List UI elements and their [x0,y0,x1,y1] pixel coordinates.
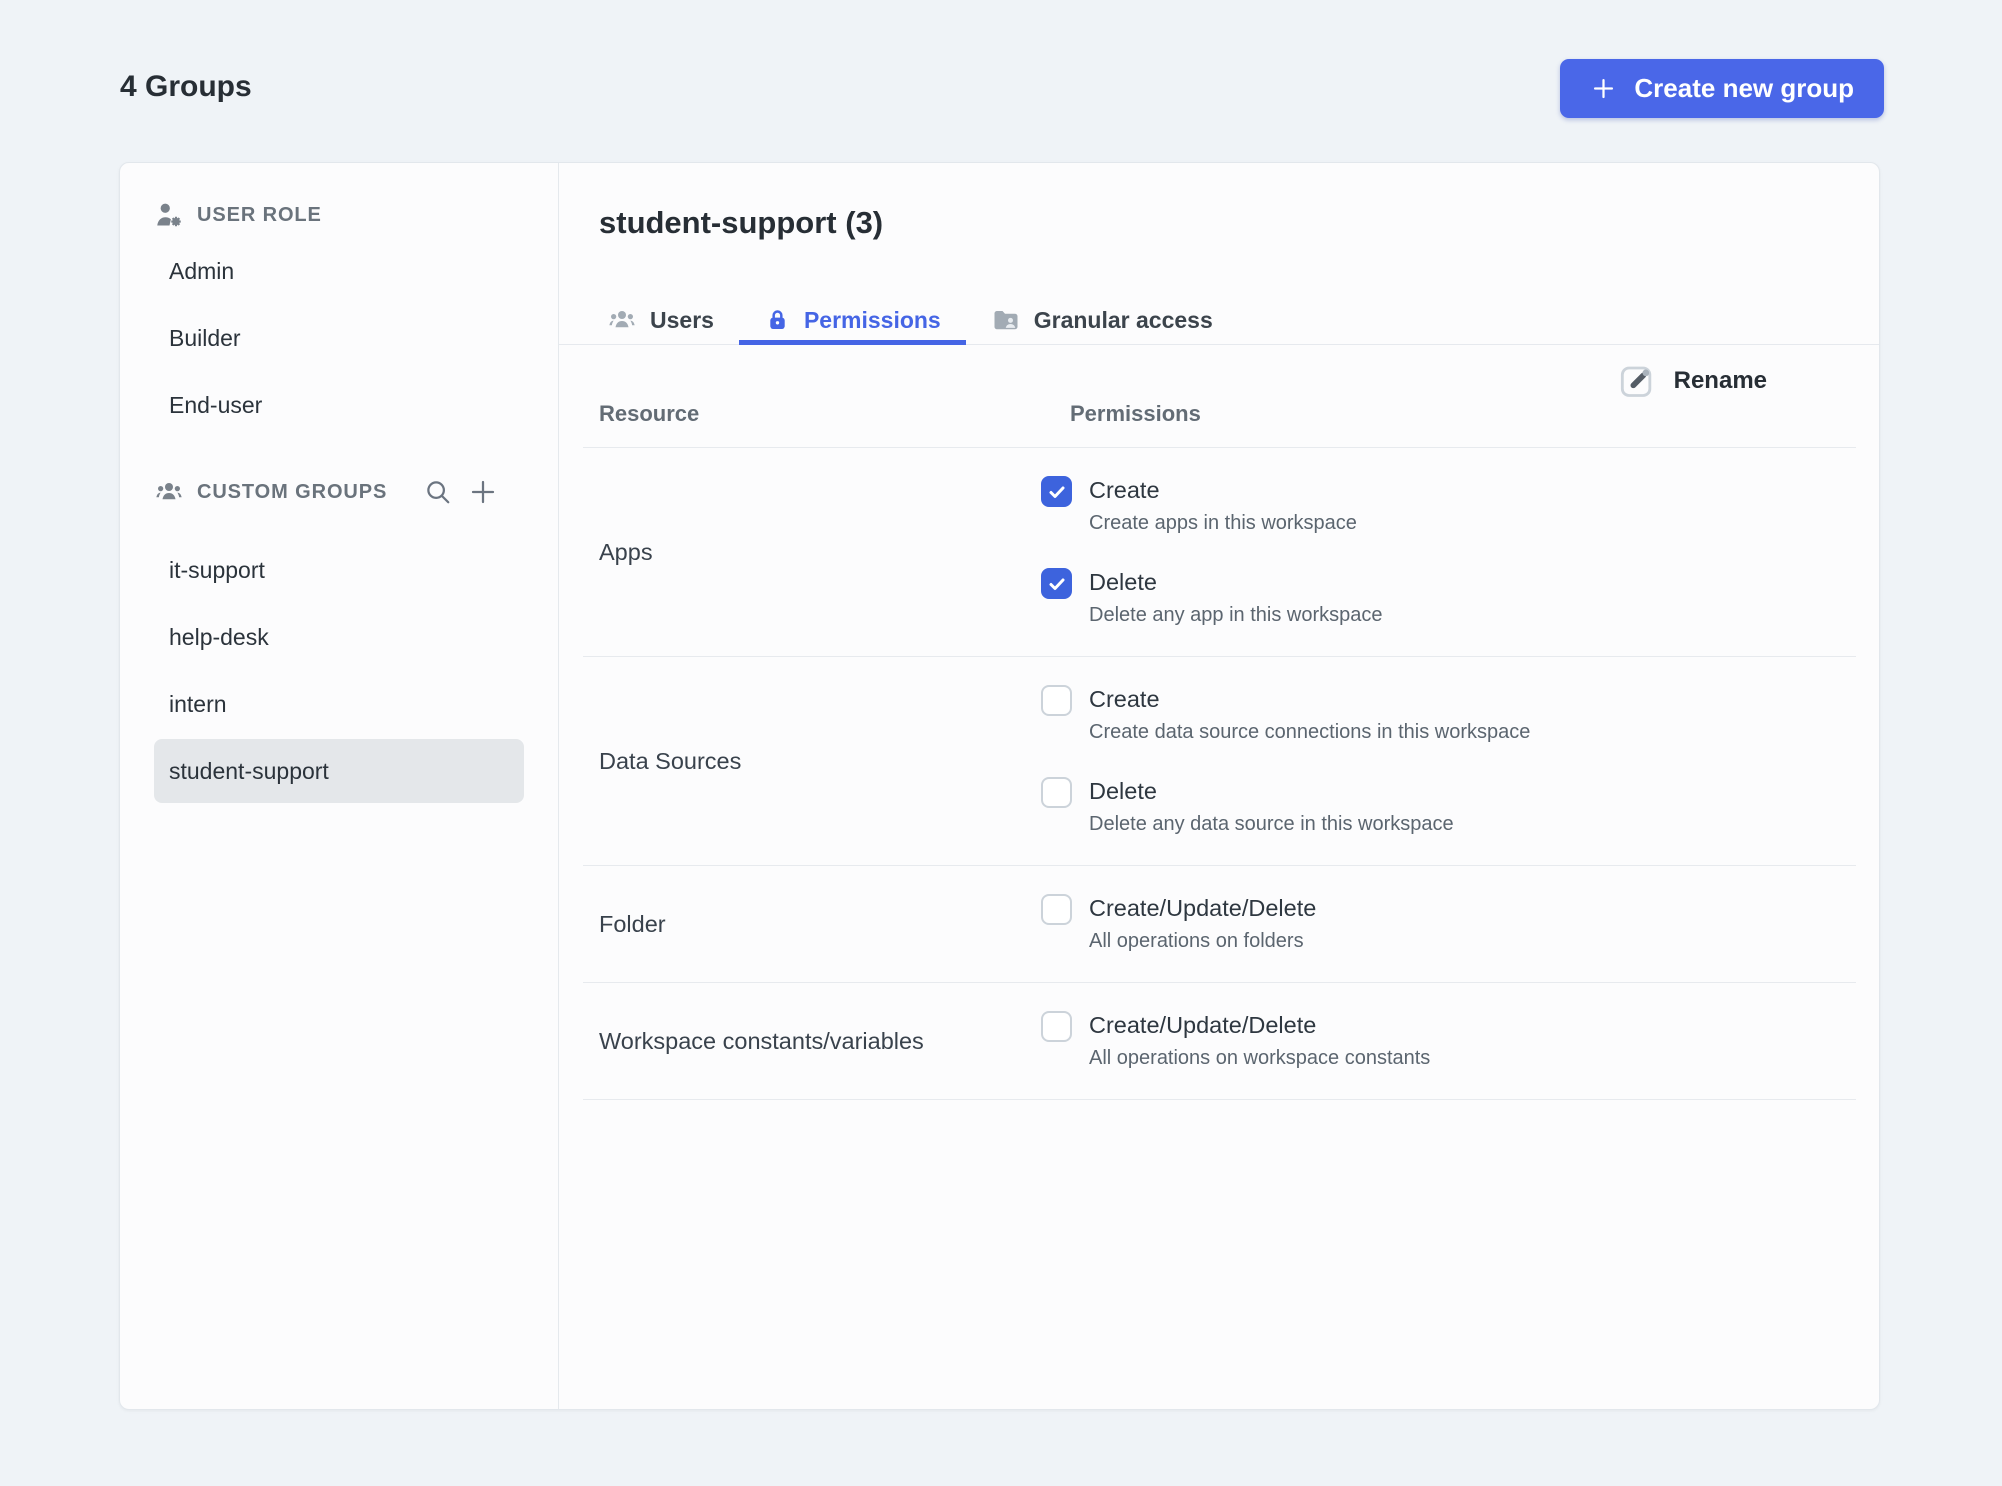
permission-checkbox-workspace-constants-cud[interactable] [1041,1011,1072,1042]
sidebar-item-label: Builder [169,324,241,351]
lock-icon [770,309,785,329]
sidebar-item-end-user[interactable]: End-user [154,373,524,437]
permissions-column-header: Permissions [1070,401,1201,426]
page-title: 4 Groups [120,70,252,103]
sidebar-item-label: it-support [169,556,265,583]
permission-label: Delete [1089,778,1157,804]
create-new-group-label: Create new group [1634,73,1854,103]
permission-text: Delete Delete any app in this workspace [1089,568,1383,628]
tab-permissions[interactable]: Permissions [738,296,966,345]
permissions-table: Resource Permissions Apps Create Create … [583,345,1856,1100]
check-icon [1049,578,1064,590]
folder-user-icon [994,311,1018,330]
custom-groups-list: it-support help-desk intern student-supp… [154,538,524,803]
permission-description: Delete any app in this workspace [1089,604,1383,626]
permission-checkbox-apps-create[interactable] [1041,476,1072,507]
permission-description: Create apps in this workspace [1089,512,1357,534]
sidebar-item-admin[interactable]: Admin [154,239,524,303]
table-row-apps: Apps Create Create apps in this workspac… [583,448,1856,657]
permission-item: Create Create data source connections in… [1041,685,1856,745]
sidebar-item-intern[interactable]: intern [154,672,524,736]
user-role-list: Admin Builder End-user [154,239,524,437]
resource-column-header: Resource [599,401,700,426]
table-row-workspace-constants: Workspace constants/variables Create/Upd… [583,983,1856,1100]
resource-label: Data Sources [599,747,742,774]
permission-label: Create/Update/Delete [1089,1012,1317,1038]
resource-label: Apps [599,538,653,565]
permission-text: Create Create data source connections in… [1089,685,1530,745]
permission-label: Create/Update/Delete [1089,895,1317,921]
permission-text: Create/Update/Delete All operations on w… [1089,1011,1430,1071]
permission-text: Create/Update/Delete All operations on f… [1089,894,1316,954]
user-role-section-label: USER ROLE [197,203,322,226]
permission-description: Delete any data source in this workspace [1089,813,1454,835]
add-group-button[interactable] [468,477,498,507]
rename-label: Rename [1673,367,1767,394]
sidebar-item-label: Admin [169,257,235,284]
permission-label: Delete [1089,569,1157,595]
sidebar-item-label: help-desk [169,623,269,650]
permission-item: Create/Update/Delete All operations on w… [1041,1011,1856,1071]
sidebar-item-label: End-user [169,391,263,418]
edit-pencil-icon [1620,366,1651,397]
custom-groups-actions [423,477,498,507]
resource-label: Folder [599,910,666,937]
permission-checkbox-datasources-delete[interactable] [1041,777,1072,808]
sidebar-item-help-desk[interactable]: help-desk [154,605,524,669]
tab-granular-access-label: Granular access [1033,306,1213,333]
rename-button[interactable]: Rename [1617,361,1767,401]
sidebar-item-it-support[interactable]: it-support [154,538,524,602]
tab-users[interactable]: Users [602,296,739,344]
permission-checkbox-datasources-create[interactable] [1041,685,1072,716]
permission-text: Create Create apps in this workspace [1089,476,1357,536]
groups-settings-page: 4 Groups Create new group USER ROLE Admi… [0,0,2002,1486]
permission-label: Create [1089,686,1160,712]
group-title: student-support (3) [599,205,884,240]
search-groups-button[interactable] [423,477,453,507]
group-detail-panel: student-support (3) Rename Users Permiss… [559,163,1879,1409]
sidebar-item-builder[interactable]: Builder [154,306,524,370]
people-icon [609,311,635,328]
permission-text: Delete Delete any data source in this wo… [1089,777,1454,837]
custom-groups-section-label: CUSTOM GROUPS [197,480,388,503]
permission-label: Create [1089,477,1160,503]
search-icon [427,481,450,504]
permission-item: Create/Update/Delete All operations on f… [1041,894,1856,954]
plus-icon [1594,78,1614,99]
plus-icon [471,480,495,504]
user-role-section-header: USER ROLE [154,199,524,231]
table-row-data-sources: Data Sources Create Create data source c… [583,657,1856,866]
sidebar-item-student-support[interactable]: student-support [154,739,524,803]
group-tabs: Users Permissions Granular access [559,296,1879,345]
permission-description: All operations on workspace constants [1089,1047,1431,1069]
permission-checkbox-apps-delete[interactable] [1041,568,1072,599]
permission-item: Delete Delete any app in this workspace [1041,568,1856,628]
resource-label: Workspace constants/variables [599,1027,924,1054]
sidebar-item-label: student-support [169,757,329,784]
permission-description: Create data source connections in this w… [1089,721,1531,743]
user-gear-icon [157,203,181,227]
permission-description: All operations on folders [1089,930,1304,952]
permission-item: Delete Delete any data source in this wo… [1041,777,1856,837]
tab-permissions-label: Permissions [803,306,941,333]
custom-groups-section-header: CUSTOM GROUPS [154,476,524,508]
tab-granular-access[interactable]: Granular access [966,296,1238,344]
groups-card: USER ROLE Admin Builder End-user CUSTOM … [119,162,1880,1410]
sidebar-item-label: intern [169,690,227,717]
permission-checkbox-folder-cud[interactable] [1041,894,1072,925]
groups-sidebar: USER ROLE Admin Builder End-user CUSTOM … [120,163,559,1409]
permission-item: Create Create apps in this workspace [1041,476,1856,536]
check-icon [1049,486,1064,498]
people-icon [156,483,182,500]
tab-users-label: Users [650,306,714,333]
table-row-folder: Folder Create/Update/Delete All operatio… [583,866,1856,983]
create-new-group-button[interactable]: Create new group [1560,59,1884,118]
